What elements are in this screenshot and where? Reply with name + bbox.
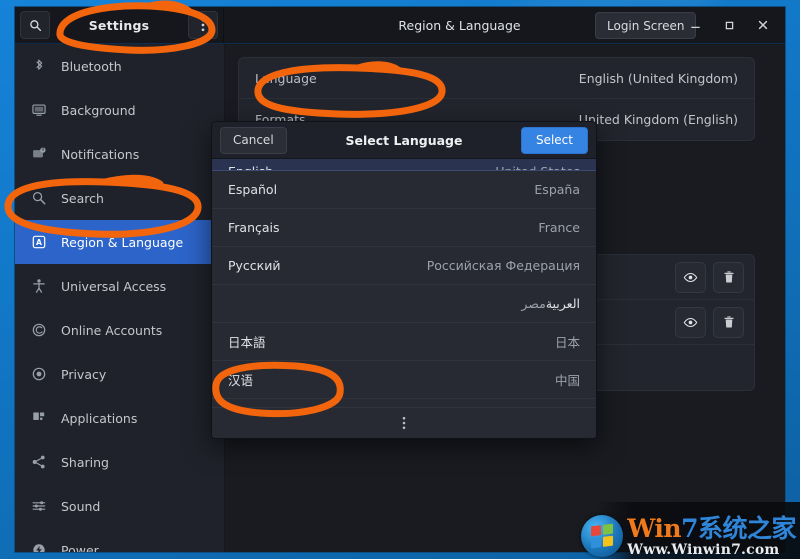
language-name: English xyxy=(228,164,273,170)
language-name: 汉语 xyxy=(228,373,254,388)
language-name: Français xyxy=(228,220,280,235)
privacy-icon xyxy=(29,366,49,382)
sidebar-item-label: Online Accounts xyxy=(61,322,163,338)
formats-row-value: United Kingdom (English) xyxy=(578,112,738,127)
sharing-icon xyxy=(29,454,49,470)
bluetooth-icon xyxy=(29,58,49,74)
menu-dots-icon[interactable] xyxy=(188,11,218,39)
sidebar-item-sharing[interactable]: Sharing xyxy=(15,440,224,484)
online-accounts-icon xyxy=(29,322,49,338)
sidebar-item-label: Sharing xyxy=(61,454,109,470)
region-language-icon: A xyxy=(29,234,49,250)
watermark-backdrop xyxy=(596,502,800,559)
language-row-value: English (United Kingdom) xyxy=(578,70,738,86)
language-list-item[interactable]: 日本語 日本 xyxy=(212,323,596,361)
trash-icon[interactable] xyxy=(713,261,744,293)
language-name: Русский xyxy=(228,258,281,273)
trash-icon[interactable] xyxy=(713,306,744,338)
cancel-button[interactable]: Cancel xyxy=(220,126,287,154)
sidebar-item-applications[interactable]: Applications xyxy=(15,396,224,440)
menu-dots-icon xyxy=(402,416,406,430)
sidebar-item-label: Universal Access xyxy=(61,278,167,294)
accessibility-icon xyxy=(29,278,49,294)
sidebar-item-bluetooth[interactable]: Bluetooth xyxy=(15,44,224,88)
eye-icon[interactable] xyxy=(675,306,706,338)
language-country: España xyxy=(534,182,580,197)
language-list-item[interactable]: العربية مصر xyxy=(212,285,596,323)
sidebar-item-label: Power xyxy=(61,542,99,553)
language-list-item[interactable]: 汉语 中国 xyxy=(212,361,596,399)
sidebar-item-search[interactable]: Search xyxy=(15,176,224,220)
sidebar-item-region-language[interactable]: A Region & Language xyxy=(15,220,224,264)
svg-text:A: A xyxy=(36,238,42,247)
language-country: مصر xyxy=(521,296,546,311)
sidebar-item-label: Privacy xyxy=(61,366,107,382)
sound-icon xyxy=(29,498,49,514)
language-country: Российская Федерация xyxy=(426,258,580,273)
language-country: United States xyxy=(495,164,580,170)
notification-icon: 9 xyxy=(29,146,49,162)
sidebar-item-label: Applications xyxy=(61,410,138,426)
language-list-item[interactable]: Français France xyxy=(212,209,596,247)
sidebar-item-label: Sound xyxy=(61,498,101,514)
language-row-label: Language xyxy=(255,70,317,86)
language-list-item[interactable]: English United States xyxy=(212,159,596,171)
minimize-button[interactable] xyxy=(679,7,711,43)
sidebar-item-power[interactable]: Power xyxy=(15,528,224,552)
sidebar-item-notifications[interactable]: 9 Notifications xyxy=(15,132,224,176)
sidebar-item-label: Region & Language xyxy=(61,234,184,250)
eye-icon[interactable] xyxy=(675,261,706,293)
dialog-more-button[interactable] xyxy=(212,407,596,438)
sidebar-header: Settings xyxy=(15,7,224,43)
window-titlebar: Settings Region & Language Login Screen xyxy=(15,7,785,44)
sidebar-item-label: Background xyxy=(61,102,136,118)
sidebar-item-privacy[interactable]: Privacy xyxy=(15,352,224,396)
row-actions xyxy=(675,261,744,293)
settings-sidebar: Bluetooth Background 9 Notifications Search A… xyxy=(15,44,225,552)
dialog-header: Cancel Select Language Select xyxy=(212,122,596,159)
sidebar-item-sound[interactable]: Sound xyxy=(15,484,224,528)
sidebar-item-label: Search xyxy=(61,190,104,206)
app-title: Settings xyxy=(88,17,150,33)
sidebar-item-online-accounts[interactable]: Online Accounts xyxy=(15,308,224,352)
language-list: English United States Español España Françai… xyxy=(212,159,596,407)
search-icon[interactable] xyxy=(20,11,50,39)
language-list-item[interactable]: Español España xyxy=(212,171,596,209)
language-name: العربية xyxy=(545,296,580,311)
window-titlebar-right: Region & Language Login Screen xyxy=(224,7,785,43)
language-country: 日本 xyxy=(554,335,580,350)
select-language-dialog: Cancel Select Language Select English Uni… xyxy=(211,121,597,439)
power-icon xyxy=(29,542,49,552)
sidebar-item-background[interactable]: Background xyxy=(15,88,224,132)
language-country: France xyxy=(538,220,580,235)
sidebar-item-label: Notifications xyxy=(61,146,140,162)
select-button[interactable]: Select xyxy=(520,126,588,154)
close-button[interactable] xyxy=(747,7,779,43)
language-country: 中国 xyxy=(554,373,580,388)
monitor-icon xyxy=(29,102,49,118)
language-list-item[interactable]: Русский Российская Федерация xyxy=(212,247,596,285)
desktop: Settings Region & Language Login Screen xyxy=(0,0,800,559)
language-name: 日本語 xyxy=(228,335,266,350)
search-icon xyxy=(29,190,49,206)
applications-icon xyxy=(29,410,49,426)
language-name: Español xyxy=(228,182,278,197)
sidebar-item-universal-access[interactable]: Universal Access xyxy=(15,264,224,308)
language-row[interactable]: Language English (United Kingdom) xyxy=(239,58,754,99)
maximize-button[interactable] xyxy=(713,7,745,43)
sidebar-item-label: Bluetooth xyxy=(61,58,122,74)
row-actions xyxy=(675,306,744,338)
